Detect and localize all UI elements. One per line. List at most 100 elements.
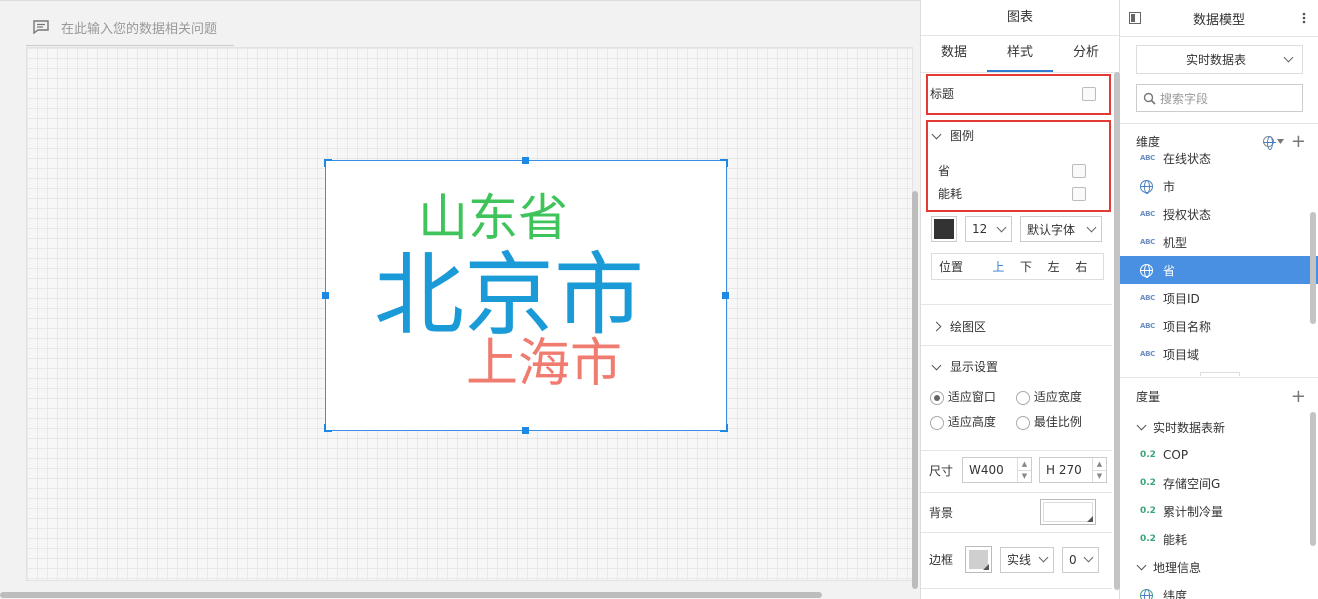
- title-toggle-row: 标题: [921, 85, 1112, 102]
- display-options: 适应窗口 适应宽度 适应高度 最佳比例: [930, 388, 1121, 430]
- resize-corner-br[interactable]: [720, 424, 728, 432]
- position-left[interactable]: 左: [1048, 258, 1076, 275]
- font-size-value: 12: [972, 222, 988, 236]
- position-top[interactable]: 上: [992, 258, 1020, 275]
- caret-down-icon[interactable]: [1276, 139, 1284, 144]
- tab-style[interactable]: 样式: [987, 36, 1053, 72]
- dimension-field[interactable]: ABC 授权状态: [1120, 200, 1318, 228]
- resize-corner-bl[interactable]: [324, 424, 332, 432]
- add-icon[interactable]: +: [1291, 132, 1306, 150]
- add-icon[interactable]: +: [1291, 387, 1306, 405]
- option-fit-width[interactable]: 适应宽度: [1016, 388, 1106, 405]
- resize-corner-tl[interactable]: [324, 159, 332, 167]
- canvas-area: 在此输入您的数据相关问题 北京市 山东省 上海市: [0, 0, 920, 599]
- title-checkbox[interactable]: [1082, 86, 1096, 101]
- globe-icon[interactable]: [1262, 136, 1276, 150]
- legend-item-checkbox[interactable]: [1072, 163, 1086, 178]
- chart-style-panel: 图表 数据 样式 分析 标题 图例 省 能耗 12 默认字体 位置 上 下 左 …: [920, 0, 1120, 599]
- dimension-field[interactable]: ABC 在线状态: [1120, 150, 1318, 172]
- dimension-field-label: 项目名称: [1163, 319, 1212, 334]
- height-input[interactable]: H 270 ▲ ▼: [1039, 457, 1107, 483]
- border-width-select[interactable]: 0: [1062, 546, 1099, 573]
- radio: [1016, 415, 1030, 430]
- collapse-panel-icon[interactable]: [1129, 12, 1141, 24]
- width-stepper[interactable]: ▲ ▼: [1017, 458, 1031, 482]
- abc-type-icon: ABC: [1140, 322, 1155, 330]
- option-fit-window[interactable]: 适应窗口: [930, 388, 1016, 405]
- background-color-picker[interactable]: [1040, 499, 1096, 525]
- search-input[interactable]: 搜索字段: [1136, 84, 1303, 112]
- divider: [1120, 123, 1318, 124]
- dimension-field[interactable]: ABC 机型: [1120, 228, 1318, 256]
- measure-field[interactable]: 0.2 能耗: [1120, 525, 1318, 553]
- chevron-down-icon: [1086, 222, 1097, 232]
- tab-analysis[interactable]: 分析: [1053, 36, 1119, 72]
- font-size-select[interactable]: 12: [965, 216, 1012, 242]
- measure-field[interactable]: 0.2 累计制冷量: [1120, 497, 1318, 525]
- corner-arrow-icon: [983, 564, 989, 570]
- option-fit-height[interactable]: 适应高度: [930, 413, 1016, 430]
- list-resize-grip[interactable]: [1200, 372, 1240, 376]
- resize-handle-left[interactable]: [322, 292, 329, 299]
- dimension-field[interactable]: 省: [1120, 256, 1318, 284]
- legend-position-row: 位置 上 下 左 右: [931, 253, 1104, 280]
- geo-group[interactable]: 地理信息: [1120, 553, 1318, 581]
- legend-header[interactable]: 图例: [921, 127, 1112, 144]
- title-label: 标题: [930, 87, 955, 101]
- dimension-field[interactable]: ABC 项目域: [1120, 340, 1318, 368]
- more-icon[interactable]: [1302, 12, 1306, 24]
- divider: [1120, 36, 1318, 37]
- resize-handle-top[interactable]: [522, 157, 529, 164]
- number-type-icon: 0.2: [1140, 506, 1156, 516]
- dimensions-scrollbar[interactable]: [1310, 212, 1316, 324]
- height-stepper[interactable]: ▲ ▼: [1092, 458, 1106, 482]
- tab-data[interactable]: 数据: [921, 36, 987, 72]
- resize-handle-bottom[interactable]: [522, 427, 529, 434]
- globe-icon: [1140, 179, 1153, 194]
- width-input[interactable]: W 400 ▲ ▼: [962, 457, 1032, 483]
- divider: [921, 588, 1112, 589]
- chevron-down-icon[interactable]: ▼: [1093, 469, 1106, 483]
- panel-title: 图表: [921, 0, 1119, 36]
- dimension-field[interactable]: 市: [1120, 172, 1318, 200]
- horizontal-scrollbar[interactable]: [0, 592, 822, 598]
- measures-scrollbar[interactable]: [1310, 412, 1316, 546]
- font-family-select[interactable]: 默认字体: [1020, 216, 1102, 242]
- model-header: 数据模型: [1120, 0, 1318, 36]
- table-select[interactable]: 实时数据表: [1136, 45, 1303, 74]
- resize-handle-right[interactable]: [722, 292, 729, 299]
- radio: [1016, 390, 1030, 405]
- chevron-up-icon[interactable]: ▲: [1093, 458, 1106, 470]
- plot-area-header[interactable]: 绘图区: [921, 318, 1112, 335]
- border-color-picker[interactable]: [965, 546, 992, 573]
- word-shanghai: 上海市: [466, 334, 622, 394]
- option-best-ratio[interactable]: 最佳比例: [1016, 413, 1106, 430]
- vertical-scrollbar[interactable]: [912, 191, 918, 589]
- border-row: 边框 实线 0: [921, 546, 1112, 573]
- dimension-field[interactable]: ABC 项目ID: [1120, 284, 1318, 312]
- measures-list: 实时数据表新 0.2 COP 0.2 存储空间G 0.2 累计制冷量 0.2 能耗 地理信息 …: [1120, 413, 1318, 599]
- position-bottom[interactable]: 下: [1020, 258, 1048, 275]
- dimension-field[interactable]: ABC 项目名称: [1120, 312, 1318, 340]
- ask-input[interactable]: 在此输入您的数据相关问题: [61, 18, 217, 37]
- position-right[interactable]: 右: [1075, 258, 1103, 275]
- resize-corner-tr[interactable]: [720, 159, 728, 167]
- wordcloud-chart[interactable]: 北京市 山东省 上海市: [322, 157, 729, 434]
- measure-field[interactable]: 0.2 存储空间G: [1120, 469, 1318, 497]
- legend-item: 能耗: [921, 185, 1112, 202]
- number-type-icon: 0.2: [1140, 534, 1156, 544]
- border-style-select[interactable]: 实线: [1000, 546, 1054, 573]
- divider: [921, 492, 1112, 493]
- measure-field-label: 能耗: [1163, 532, 1188, 547]
- measure-field[interactable]: 0.2 COP: [1120, 441, 1318, 469]
- display-settings-header[interactable]: 显示设置: [921, 358, 1112, 375]
- ask-bar[interactable]: 在此输入您的数据相关问题: [26, 9, 234, 46]
- chevron-down-icon[interactable]: ▼: [1018, 469, 1031, 483]
- dimension-actions: +: [1262, 132, 1306, 150]
- measure-group[interactable]: 实时数据表新: [1120, 413, 1318, 441]
- chevron-down-icon: [931, 360, 942, 370]
- legend-item-checkbox[interactable]: [1072, 186, 1086, 201]
- chevron-up-icon[interactable]: ▲: [1018, 458, 1031, 470]
- geo-field[interactable]: 纬度: [1120, 581, 1318, 599]
- font-color-picker[interactable]: [931, 216, 957, 242]
